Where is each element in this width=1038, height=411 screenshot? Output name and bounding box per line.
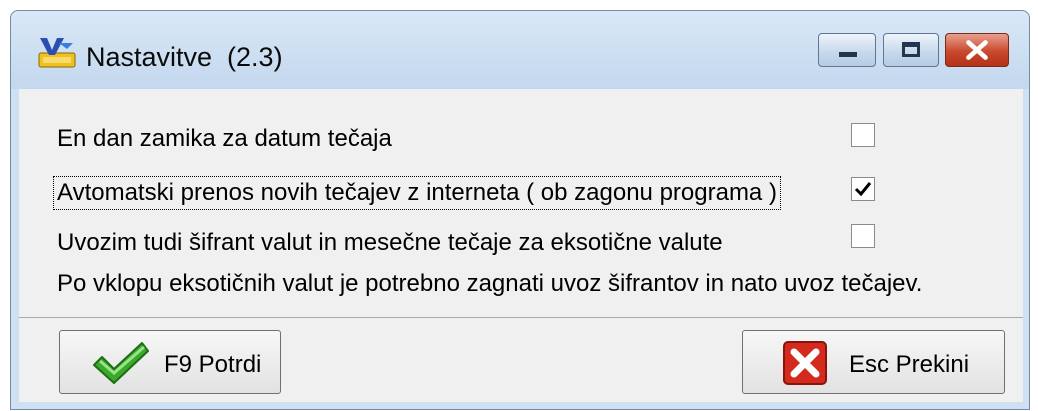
maximize-icon [902, 42, 920, 57]
maximize-button[interactable] [883, 33, 939, 67]
info-note: Po vklopu eksotičnih valut je potrebno z… [57, 270, 923, 297]
window-title: Nastavitve (2.3) [86, 42, 283, 72]
title-bar[interactable]: Nastavitve (2.3) [11, 11, 1029, 89]
button-bar: F9 Potrdi Esc Prekini [19, 317, 1023, 402]
dialog-body: En dan zamika za datum tečaja Avtomatski… [19, 89, 1023, 402]
minimize-icon [839, 52, 857, 57]
option-label-day-offset[interactable]: En dan zamika za datum tečaja [57, 125, 392, 153]
checkmark-icon [93, 342, 149, 384]
cancel-button[interactable]: Esc Prekini [742, 330, 1005, 394]
checkmark-icon [854, 182, 872, 197]
cancel-icon [783, 341, 827, 385]
option-label-exotic-currencies[interactable]: Uvozim tudi šifrant valut in mesečne teč… [57, 229, 723, 257]
close-icon [966, 40, 988, 60]
minimize-button[interactable] [818, 33, 876, 67]
confirm-button[interactable]: F9 Potrdi [59, 330, 281, 394]
settings-dialog: Nastavitve (2.3) En dan zamika za datum … [10, 10, 1030, 410]
checkbox-exotic-currencies[interactable] [851, 224, 875, 248]
close-button[interactable] [945, 33, 1009, 67]
option-label-auto-download[interactable]: Avtomatski prenos novih tečajev z intern… [53, 176, 781, 210]
checkbox-auto-download[interactable] [851, 177, 875, 201]
confirm-button-label: F9 Potrdi [164, 351, 262, 378]
cancel-button-label: Esc Prekini [849, 351, 970, 378]
app-icon [38, 38, 76, 68]
checkbox-day-offset[interactable] [851, 123, 875, 147]
